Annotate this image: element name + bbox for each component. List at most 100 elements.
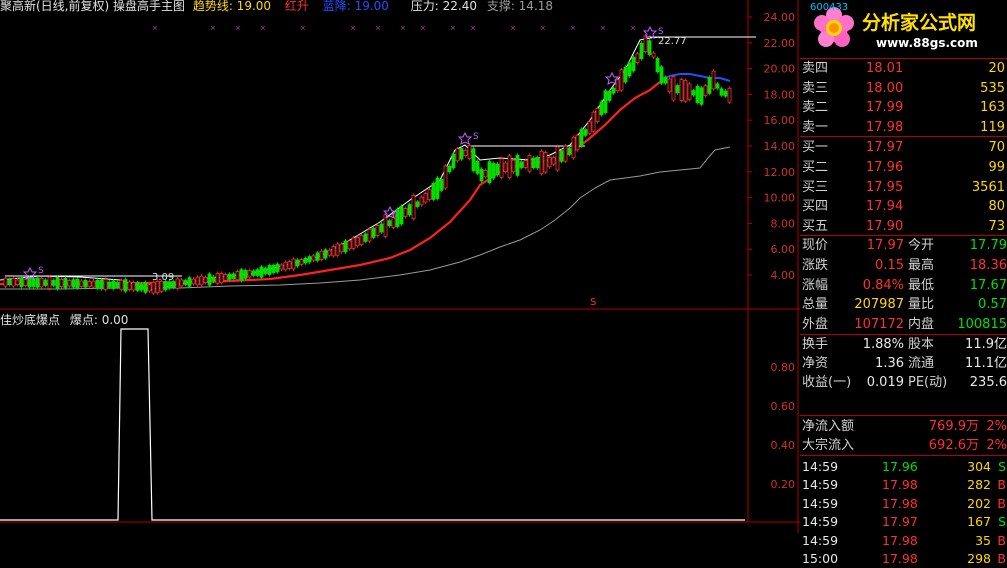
- stat-value: 0.15: [875, 257, 904, 273]
- stat-row: 现价 17.97 今开 17.79: [800, 235, 1007, 257]
- sub-indicator-header: 佳炒底爆点 爆点: 0.00: [0, 311, 128, 328]
- tick-volume: 167: [967, 514, 991, 530]
- stat-value: 17.97: [866, 238, 904, 253]
- tick-side: S: [998, 459, 1006, 474]
- price-tick-label: 8.00: [771, 217, 796, 230]
- stat-row: 总量 207987 量比 0.57: [800, 294, 1007, 316]
- sub-tick-label: 0.40: [771, 439, 796, 452]
- support-value: 支撑: 14.18: [486, 0, 554, 13]
- s-marker-2: S: [473, 132, 479, 142]
- tick-price: 17.97: [882, 514, 918, 530]
- stat-value-2: 17.79: [969, 238, 1007, 253]
- pressure-value: 压力: 22.40: [410, 0, 477, 13]
- buy-row: 买四 17.94 80: [800, 196, 1007, 218]
- stat-row: 涨跌 0.15 最高 18.36: [800, 255, 1007, 277]
- tick-volume: 282: [967, 477, 991, 493]
- chart-area[interactable]: 24.00 22.00 20.00 18.00 16.00 14.00 12.00 10.00…: [0, 0, 800, 533]
- sell-row: 卖一 17.98 119: [800, 117, 1007, 139]
- buy-level-label: 买一: [802, 140, 829, 155]
- tick-time: 14:59: [802, 495, 839, 511]
- sub-tick-label: 0.60: [771, 400, 796, 413]
- stat-value-2: 100815: [957, 317, 1007, 333]
- stat-row: 涨幅 0.84% 最低 17.67: [800, 275, 1007, 297]
- price-line: [0, 36, 756, 291]
- peak-price-label: 22.77: [658, 36, 687, 47]
- tick-price: 17.96: [882, 459, 918, 474]
- kline-chart[interactable]: 24.00 22.00 20.00 18.00 16.00 14.00 12.00 10.00…: [0, 0, 800, 533]
- tick-side: B: [997, 532, 1006, 548]
- stat-label: 涨跌: [802, 257, 829, 273]
- tick-price: 17.98: [882, 495, 918, 511]
- buy-price: 17.96: [866, 159, 904, 175]
- price-tick-label: 20.00: [764, 63, 796, 76]
- low-price-label: 3.09: [152, 272, 174, 283]
- main-title: 聚高新(日线,前复权) 操盘高手主图: [0, 0, 185, 13]
- sub-title: 佳炒底爆点: [0, 313, 61, 327]
- stat-value-2: 17.67: [969, 277, 1007, 293]
- tick-side: B: [997, 477, 1006, 493]
- bottom-signal-line: [0, 328, 745, 521]
- flow-value: 692.6万: [928, 438, 979, 453]
- logo-url: www.88gs.com: [876, 36, 978, 50]
- stat-label-2: 量比: [908, 297, 935, 313]
- buy-row: 买三 17.95 3561: [800, 177, 1007, 199]
- tick-row: 14:59 17.96 304 S: [800, 458, 1007, 476]
- sell-level-label: 卖一: [802, 119, 829, 135]
- tick-row: 14:59 17.98 35 B: [800, 532, 1007, 550]
- tick-row: 14:59 17.98 202 B: [800, 495, 1007, 513]
- stat-value-2: 0.57: [978, 297, 1007, 313]
- price-tick-label: 18.00: [764, 88, 796, 101]
- svg-text:×: ×: [600, 24, 606, 32]
- price-tick-label: 24.00: [764, 11, 796, 24]
- fund-label: 收益(一): [802, 375, 852, 390]
- quote-panel: 卖四 18.01 20 卖三 18.00 535 卖二 17.99 163 卖一 17.98 119 买…: [800, 0, 1007, 566]
- stat-label-2: 最低: [908, 277, 935, 293]
- buy-price: 17.97: [866, 140, 904, 155]
- buy-row: 买二 17.96 99: [800, 157, 1007, 179]
- price-tick-label: 22.00: [764, 37, 796, 50]
- svg-text:×: ×: [470, 24, 476, 32]
- fund-value-2: 235.6: [969, 375, 1007, 390]
- trend-value: 趋势线: 19.00: [192, 0, 272, 13]
- tick-side: B: [997, 551, 1006, 566]
- buy-level-label: 买三: [802, 179, 829, 195]
- sub-axis: 0.80 0.60 0.40 0.20: [771, 361, 796, 491]
- stat-label-2: 今开: [908, 238, 935, 253]
- tick-side: B: [997, 495, 1006, 511]
- buy-level-label: 买四: [802, 199, 829, 215]
- svg-text:×: ×: [152, 24, 158, 32]
- sub-value: 爆点: 0.00: [69, 313, 129, 327]
- sell-volume: 119: [980, 119, 1005, 135]
- s-marker-1: S: [38, 266, 44, 276]
- stat-label-2: 内盘: [908, 317, 935, 333]
- tick-volume: 35: [975, 532, 991, 548]
- tick-time: 14:59: [802, 532, 839, 548]
- svg-text:×: ×: [570, 24, 576, 32]
- flow-row: 大宗流入 692.6万 2%: [800, 435, 1007, 457]
- fund-label-2: PE(动): [908, 375, 948, 390]
- price-tick-label: 4.00: [771, 269, 796, 282]
- svg-text:×: ×: [300, 24, 306, 32]
- stat-label: 现价: [802, 238, 829, 253]
- stat-value-2: 18.36: [969, 257, 1007, 273]
- svg-text:×: ×: [450, 24, 456, 32]
- top-markers: × × × × × × × × × × × × × × × ×: [152, 24, 636, 32]
- svg-text:×: ×: [210, 24, 216, 32]
- sub-tick-label: 0.80: [771, 361, 796, 374]
- buy-row: 买一 17.97 70: [800, 137, 1007, 159]
- buy-level-label: 买二: [802, 159, 829, 175]
- tick-time: 14:59: [802, 514, 839, 530]
- price-tick-label: 10.00: [764, 192, 796, 205]
- buy-volume: 99: [988, 159, 1005, 175]
- tick-volume: 202: [967, 495, 991, 511]
- flow-percent: 2%: [986, 438, 1007, 453]
- sell-price: 17.98: [866, 119, 904, 135]
- svg-text:×: ×: [350, 24, 356, 32]
- price-tick-label: 16.00: [764, 114, 796, 127]
- buy-price: 17.95: [866, 179, 904, 195]
- s-marker-bottom: S: [590, 297, 596, 308]
- tick-price: 17.98: [882, 477, 918, 493]
- fund-value: 0.019: [866, 375, 904, 390]
- main-indicator-header: 聚高新(日线,前复权) 操盘高手主图 趋势线: 19.00 红升 蓝降: 19.…: [0, 0, 553, 14]
- stat-label-2: 最高: [908, 257, 935, 273]
